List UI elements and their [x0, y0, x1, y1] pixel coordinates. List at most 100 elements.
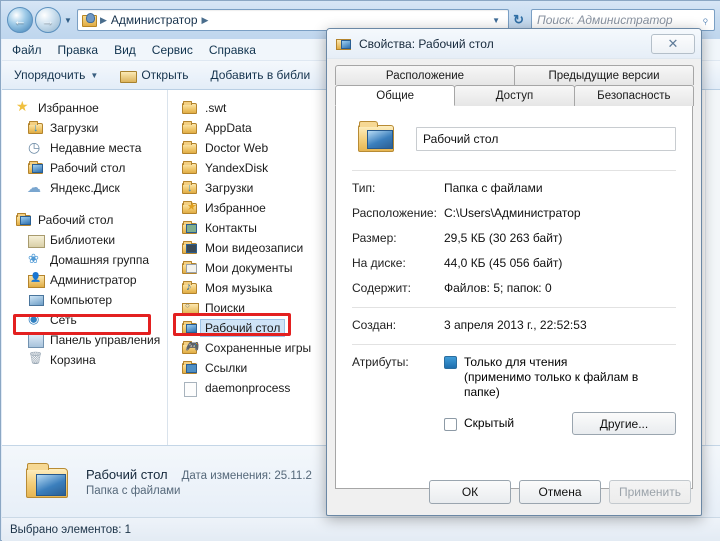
contacts-folder-icon [182, 220, 198, 236]
divider [352, 170, 676, 171]
tab-row-bottom: Общие Доступ Безопасность [335, 85, 694, 106]
user-folder-icon [28, 272, 45, 288]
file-name: Моя музыка [205, 281, 273, 295]
star-icon [16, 98, 32, 116]
sidebar-item-administrator[interactable]: Администратор [2, 270, 167, 290]
tab-previous-versions[interactable]: Предыдущие версии [514, 65, 694, 85]
menu-item-tools[interactable]: Сервис [152, 43, 193, 57]
sidebar-item-label: Библиотеки [50, 233, 116, 247]
sidebar-item-desktop[interactable]: Рабочий стол [2, 210, 167, 230]
homegroup-icon [28, 251, 44, 268]
add-to-library-button[interactable]: Добавить в библи [210, 68, 310, 82]
back-button[interactable]: ← [7, 7, 33, 33]
sidebar-item-label: Панель управления [50, 333, 161, 347]
forward-button[interactable]: → [35, 7, 61, 33]
folder-icon [182, 120, 198, 136]
sidebar-item-downloads[interactable]: ↓ Загрузки [2, 118, 167, 138]
field-label: Расположение: [352, 206, 437, 220]
address-dropdown-icon[interactable]: ▼ [488, 16, 504, 25]
hidden-label: Скрытый [464, 416, 515, 430]
menu-item-help[interactable]: Справка [209, 43, 256, 57]
searches-folder-icon [182, 300, 199, 316]
file-name: Мои документы [205, 261, 293, 275]
close-button[interactable]: ✕ [651, 33, 695, 54]
organize-button[interactable]: Упорядочить ▼ [14, 68, 98, 82]
breadcrumb-separator-end[interactable]: ▶ [201, 15, 210, 26]
file-name: Контакты [205, 221, 257, 235]
ok-button[interactable]: ОК [429, 480, 511, 504]
screen: ← → ▼ ▶ Администратор ▶ ▼ ↻ Поиск: Админ… [0, 0, 720, 541]
tab-sharing[interactable]: Доступ [454, 85, 575, 106]
file-name: Сохраненные игры [205, 341, 312, 355]
sidebar-item-libraries[interactable]: Библиотеки [2, 230, 167, 250]
libraries-icon [28, 232, 45, 248]
folder-icon [182, 160, 198, 176]
open-folder-icon [120, 69, 138, 83]
chevron-down-icon: ▼ [90, 70, 99, 80]
sidebar-item-favorites[interactable]: Избранное [2, 98, 167, 118]
file-name: Загрузки [205, 181, 254, 195]
folder-icon [182, 100, 198, 116]
sidebar-item-homegroup[interactable]: Домашняя группа [2, 250, 167, 270]
field-size-on-disk: На диске: 44,0 КБ (45 056 байт) [352, 256, 676, 270]
sidebar-item-label: Администратор [50, 273, 137, 287]
sidebar-item-recycle-bin[interactable]: Корзина [2, 350, 167, 370]
sidebar-item-label: Избранное [38, 101, 99, 115]
dialog-title-bar: Свойства: Рабочий стол ✕ [327, 29, 701, 59]
refresh-icon[interactable]: ↻ [509, 12, 528, 28]
menu-item-file[interactable]: Файл [12, 43, 42, 57]
sidebar-item-label: Компьютер [50, 293, 113, 307]
sidebar-item-computer[interactable]: Компьютер [2, 290, 167, 310]
hidden-checkbox-row: Скрытый Другие... [444, 412, 676, 435]
folder-name-input[interactable]: Рабочий стол [416, 127, 676, 151]
navigation-pane[interactable]: Избранное ↓ Загрузки Недавние места Рабо… [2, 90, 168, 445]
tab-security[interactable]: Безопасность [573, 85, 694, 106]
dialog-button-bar: ОК Отмена Применить [327, 469, 703, 515]
other-button[interactable]: Другие... [572, 412, 676, 435]
attributes-label: Атрибуты: [352, 355, 409, 369]
sidebar-item-control-panel[interactable]: Панель управления [2, 330, 167, 350]
hidden-checkbox[interactable] [444, 417, 457, 431]
sidebar-item-desktop-fav[interactable]: Рабочий стол [2, 158, 167, 178]
readonly-checkbox-row[interactable]: Только для чтения (применимо только к фа… [444, 355, 676, 400]
file-icon [182, 380, 198, 397]
file-name: YandexDisk [205, 161, 269, 175]
add-to-library-label: Добавить в библи [210, 68, 311, 82]
sidebar-item-yandex-disk[interactable]: Яндекс.Диск [2, 178, 167, 198]
file-list-scrollbar[interactable] [705, 90, 720, 445]
sidebar-item-label: Рабочий стол [38, 213, 114, 227]
details-text: Рабочий стол Дата изменения: 25.11.2 Пап… [86, 467, 312, 497]
sidebar-item-recent-places[interactable]: Недавние места [2, 138, 167, 158]
music-folder-icon: ♪ [182, 280, 198, 296]
field-contains: Содержит: Файлов: 5; папок: 0 [352, 281, 676, 295]
recent-places-icon [28, 139, 44, 156]
menu-item-edit[interactable]: Правка [58, 43, 99, 57]
attributes-section: Атрибуты: Только для чтения (применимо т… [352, 355, 676, 435]
breadcrumb-administrator[interactable]: Администратор [111, 13, 198, 27]
details-name: Рабочий стол [86, 466, 168, 482]
history-dropdown-icon[interactable]: ▼ [61, 7, 75, 33]
folder-name-value: Рабочий стол [423, 132, 499, 146]
divider [352, 344, 676, 345]
field-value: Файлов: 5; папок: 0 [444, 281, 552, 295]
readonly-text: Только для чтения (применимо только к фа… [464, 355, 676, 400]
readonly-checkbox[interactable] [444, 356, 457, 369]
menu-item-view[interactable]: Вид [114, 43, 136, 57]
cancel-button[interactable]: Отмена [519, 480, 601, 504]
tab-general[interactable]: Общие [335, 85, 456, 106]
sidebar-item-network[interactable]: Сеть [2, 310, 167, 330]
open-button[interactable]: Открыть [120, 68, 188, 83]
recycle-bin-icon [28, 351, 44, 368]
user-folder-icon [82, 13, 97, 27]
tab-strip: Расположение Предыдущие версии Общие Дос… [327, 59, 701, 106]
field-label: Тип: [352, 181, 376, 195]
favorites-folder-icon: ★ [182, 200, 198, 216]
file-name: daemonprocess [205, 381, 291, 395]
breadcrumb-separator: ▶ [100, 14, 107, 25]
sidebar-item-label: Рабочий стол [50, 161, 126, 175]
tab-location[interactable]: Расположение [335, 65, 515, 85]
readonly-note: (применимо только к файлам в папке) [464, 370, 639, 399]
links-folder-icon [182, 360, 198, 376]
file-name: Doctor Web [205, 141, 269, 155]
